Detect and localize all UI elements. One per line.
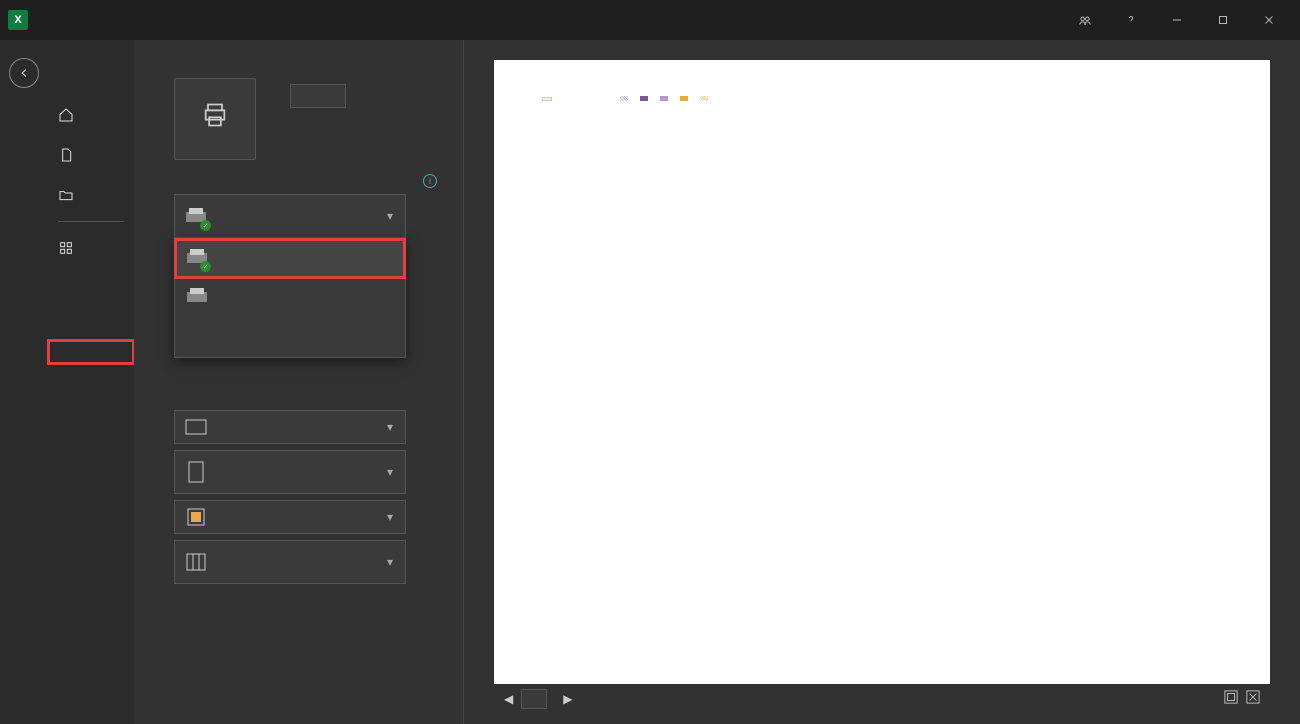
printer-icon [185,286,209,309]
prev-page-button[interactable]: ◀ [504,692,513,706]
print-button[interactable] [174,78,256,160]
preview-panel: ◀ ▶ [464,40,1300,724]
nav-share[interactable] [48,364,134,388]
chevron-down-icon: ▾ [387,555,397,569]
printer-select[interactable]: ▾ [174,194,406,238]
scaling-icon [183,549,209,575]
open-icon [58,187,74,203]
minimize-button[interactable] [1154,0,1200,40]
zoom-to-page-button[interactable] [1246,690,1260,709]
back-button[interactable] [9,58,39,88]
next-page-button[interactable]: ▶ [563,692,572,706]
copies-input[interactable] [290,84,346,108]
nav-divider [58,221,124,222]
excel-icon: X [8,10,28,30]
chevron-down-icon: ▾ [387,510,397,524]
page-number-input[interactable] [521,689,547,709]
nav-account[interactable] [48,476,134,500]
titlebar: X [0,0,1300,40]
home-icon [58,107,74,123]
sidebar [48,40,134,724]
orientation-select[interactable]: ▾ [174,410,406,444]
printer-icon [183,203,209,229]
share-icon[interactable] [1062,0,1108,40]
nav-addins[interactable] [48,228,134,268]
show-margins-button[interactable] [1224,690,1238,709]
nav-saveas[interactable] [48,316,134,340]
chevron-down-icon: ▾ [387,420,397,434]
info-icon[interactable]: i [423,174,437,188]
nav-home[interactable] [48,95,134,135]
printer-option-pdf[interactable] [175,239,405,278]
preview-legend [620,96,710,101]
chevron-down-icon: ▾ [387,209,397,223]
nav-open[interactable] [48,175,134,215]
back-column [0,40,48,724]
chevron-down-icon: ▾ [387,465,397,479]
nav-close[interactable] [48,436,134,460]
margins-icon [183,504,209,530]
paper-icon [183,459,209,485]
print-to-file-action[interactable] [175,337,405,357]
nav-save[interactable] [48,292,134,316]
preview-page [494,60,1270,684]
gantt-table [534,111,1230,127]
nav-publish[interactable] [48,412,134,436]
orientation-icon [183,414,209,440]
addins-icon [58,240,74,256]
printer-option-onenote[interactable] [175,278,405,317]
close-button[interactable] [1246,0,1292,40]
preview-subtitle [534,96,1230,101]
nav-new[interactable] [48,135,134,175]
printer-section-label: i [174,174,437,188]
nav-options[interactable] [48,500,134,524]
scaling-select[interactable]: ▾ [174,540,406,584]
maximize-button[interactable] [1200,0,1246,40]
preview-footer: ◀ ▶ [494,684,1270,714]
printer-icon [185,247,209,270]
nav-info[interactable] [48,268,134,292]
printer-dropdown-menu [174,238,406,358]
new-icon [58,147,74,163]
paper-select[interactable]: ▾ [174,450,406,494]
add-printer-action[interactable] [175,317,405,337]
collated-sub [174,398,437,410]
nav-print[interactable] [48,340,134,364]
margins-select[interactable]: ▾ [174,500,406,534]
help-icon[interactable] [1108,0,1154,40]
print-settings-panel: i ▾ [134,40,464,724]
nav-export[interactable] [48,388,134,412]
